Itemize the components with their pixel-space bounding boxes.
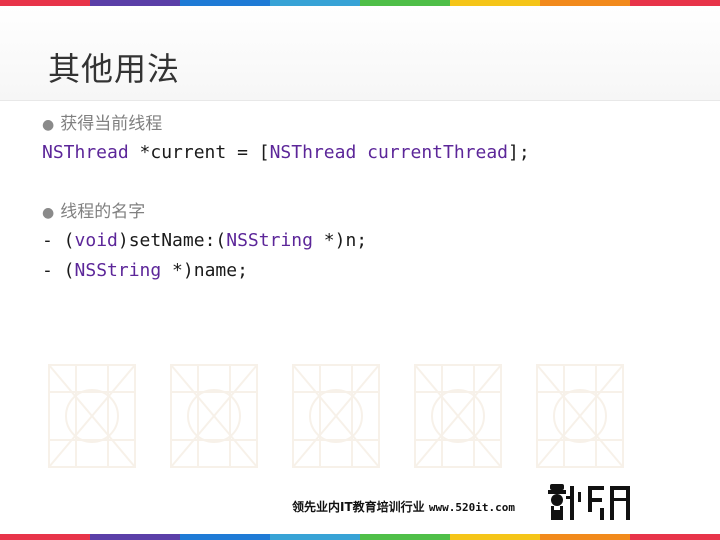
- bullet-dot-icon: ●: [42, 117, 55, 133]
- footer-url: www.520it.com: [428, 501, 515, 514]
- footer-slogan: 领先业内IT教育培训行业 www.520it.com: [292, 498, 515, 515]
- grid-watermark-icon: [170, 364, 258, 468]
- grid-watermark-icon: [292, 364, 380, 468]
- grid-watermark-icon: [536, 364, 624, 468]
- grid-watermark-icon: [48, 364, 136, 468]
- code-line-set-name: - (void)setName:(NSString *)n;: [42, 230, 368, 251]
- slide-content: ● 获得当前线程 NSThread *current = [NSThread cu…: [42, 110, 702, 286]
- grid-watermark-icon: [414, 364, 502, 468]
- bottom-color-stripe: [0, 534, 720, 540]
- bullet-text: 获得当前线程: [60, 114, 163, 134]
- bullet-dot-icon: ●: [42, 205, 55, 221]
- code-line-name: - (NSString *)name;: [42, 260, 248, 281]
- slide-header: 其他用法: [0, 6, 720, 101]
- slide-title: 其他用法: [48, 50, 181, 88]
- grid-watermark-icon: [46, 362, 626, 472]
- bullet-current-thread: ● 获得当前线程: [42, 110, 702, 138]
- footer-text: 领先业内IT教育培训行业: [292, 500, 429, 514]
- bullet-thread-name: ● 线程的名字: [42, 198, 702, 226]
- bullet-text: 线程的名字: [60, 202, 146, 222]
- xiaoma-logo-icon: [548, 484, 630, 520]
- code-line-current-thread: NSThread *current = [NSThread currentThr…: [42, 142, 530, 163]
